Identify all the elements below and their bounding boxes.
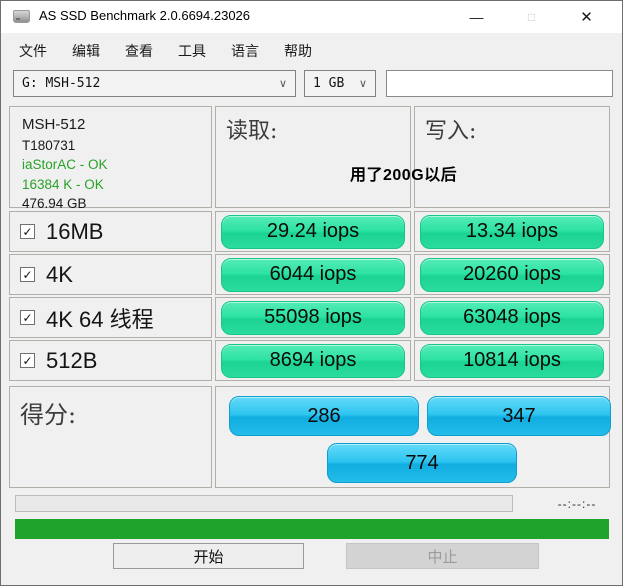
read-column-title: 读取: [226,119,278,144]
drive-model: MSH-512 [22,116,86,133]
overall-progress-bar [15,519,609,539]
test-row-16mb: ✓ 16MB [9,211,212,252]
chevron-down-icon: ∨ [358,78,367,90]
chevron-down-icon: ∨ [278,78,287,90]
menu-language[interactable]: 语言 [231,41,259,61]
menu-edit[interactable]: 编辑 [72,41,100,61]
window-controls: — □ ✕ [449,1,614,33]
menu-view[interactable]: 查看 [125,41,153,61]
test-row-512b: ✓ 512B [9,340,212,381]
menu-file[interactable]: 文件 [19,41,47,61]
write-value-512b: 10814 iops [420,343,604,378]
status-textbox[interactable] [386,70,613,97]
score-label: 得分: [20,401,77,429]
write-cell-512b: 10814 iops [414,340,610,381]
title-bar: AS SSD Benchmark 2.0.6694.23026 — □ ✕ [1,1,622,33]
read-cell-4k: 6044 iops [215,254,411,295]
read-column-header: 读取: [215,106,411,208]
write-cell-4k64: 63048 iops [414,297,610,338]
read-value-16mb: 29.24 iops [221,214,405,249]
alignment-status: 16384 K - OK [22,176,104,192]
score-read: 286 [229,396,419,436]
read-cell-512b: 8694 iops [215,340,411,381]
read-cell-4k64: 55098 iops [215,297,411,338]
read-value-4k64: 55098 iops [221,300,405,335]
write-value-4k64: 63048 iops [420,300,604,335]
abort-button: 中止 [346,543,539,569]
write-column-header: 写入: [414,106,610,208]
driver-status: iaStorAC - OK [22,157,108,173]
score-values-cell: 286 347 774 [215,386,611,488]
elapsed-time: --:--:-- [557,497,597,511]
window-title: AS SSD Benchmark 2.0.6694.23026 [39,8,251,23]
user-annotation: 用了200G以后 [350,167,458,184]
drive-info-panel: MSH-512 T180731 iaStorAC - OK 16384 K - … [9,106,212,211]
checkbox-4k64[interactable]: ✓ [20,310,35,325]
start-button[interactable]: 开始 [113,543,304,569]
score-write: 347 [427,396,611,436]
menu-help[interactable]: 帮助 [284,41,312,61]
test-size-select[interactable]: 1 GB ∨ [304,70,376,97]
minimize-icon[interactable]: — [449,1,504,33]
test-label: 16MB [46,218,104,244]
test-size-value: 1 GB [313,76,345,91]
test-label: 512B [46,347,98,373]
write-value-16mb: 13.34 iops [420,214,604,249]
app-window: AS SSD Benchmark 2.0.6694.23026 — □ ✕ 文件… [0,0,623,586]
read-cell-16mb: 29.24 iops [215,211,411,252]
checkbox-512b[interactable]: ✓ [20,353,35,368]
test-progress-bar [15,495,513,512]
close-icon[interactable]: ✕ [559,1,614,33]
read-value-4k: 6044 iops [221,257,405,292]
test-row-4k64: ✓ 4K 64 线程 [9,297,212,338]
test-label: 4K [46,261,73,287]
write-cell-16mb: 13.34 iops [414,211,610,252]
drive-select[interactable]: G: MSH-512 ∨ [13,70,296,97]
score-label-cell: 得分: [9,386,212,488]
drive-select-value: G: MSH-512 [22,76,101,91]
maximize-icon[interactable]: □ [504,1,559,33]
read-value-512b: 8694 iops [221,343,405,378]
checkbox-16mb[interactable]: ✓ [20,224,35,239]
menu-tools[interactable]: 工具 [178,41,206,61]
checkbox-4k[interactable]: ✓ [20,267,35,282]
app-icon [13,10,30,23]
test-label: 4K 64 线程 [46,306,154,332]
write-column-title: 写入: [425,119,477,144]
write-value-4k: 20260 iops [420,257,604,292]
score-total: 774 [327,443,517,483]
menu-bar: 文件 编辑 查看 工具 语言 帮助 [19,41,312,61]
write-cell-4k: 20260 iops [414,254,610,295]
test-row-4k: ✓ 4K [9,254,212,295]
drive-firmware: T180731 [22,137,76,153]
